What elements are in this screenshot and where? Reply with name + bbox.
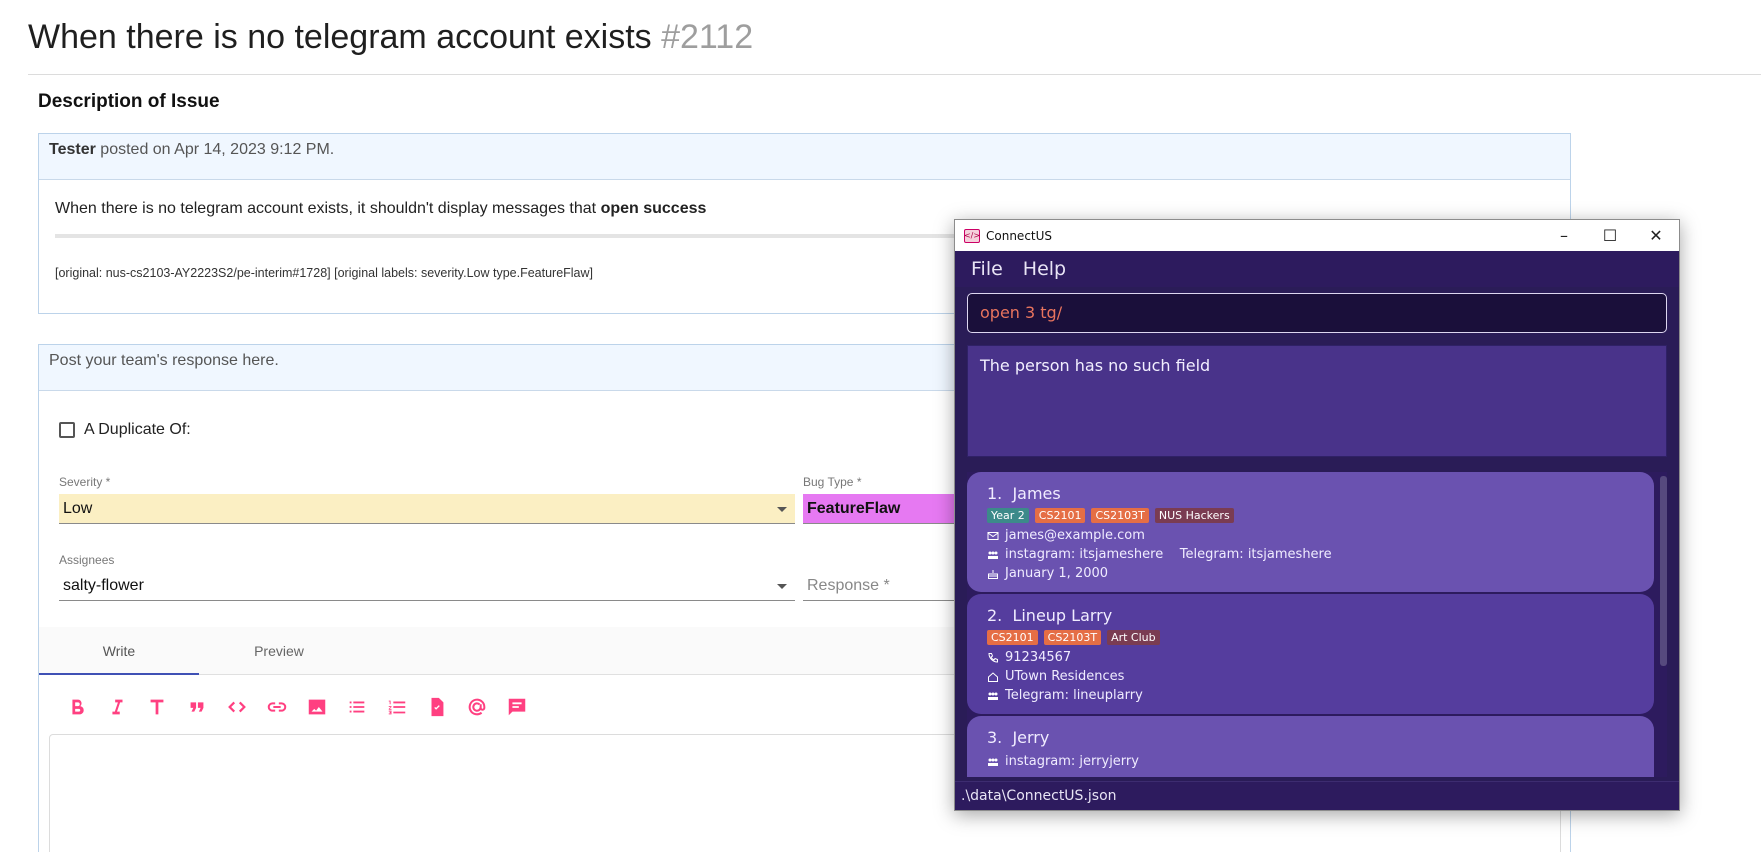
- person-name: 1. James: [987, 484, 1634, 503]
- app-code-icon: </>: [964, 228, 980, 243]
- person-socials: instagram: jerryjerry: [1005, 754, 1139, 769]
- person-tags: CS2101 CS2103T Art Club: [987, 630, 1634, 645]
- maximize-icon[interactable]: ☐: [1587, 220, 1633, 251]
- bulleted-list-icon[interactable]: [337, 693, 377, 721]
- person-socials-row: instagram: itsjameshere Telegram: itsjam…: [987, 545, 1634, 564]
- person-list[interactable]: 1. James Year 2 CS2101 CS2103T NUS Hacke…: [967, 472, 1667, 777]
- page-title: When there is no telegram account exists…: [28, 18, 753, 57]
- email-icon: [987, 530, 999, 542]
- post-author: Tester: [49, 141, 96, 158]
- person-socials: Telegram: lineuplarry: [1005, 688, 1143, 703]
- person-address: UTown Residences: [1005, 669, 1125, 684]
- chevron-down-icon: [777, 584, 787, 589]
- markdown-toolbar: [57, 693, 537, 721]
- window-titlebar[interactable]: </> ConnectUS – ☐ ✕: [955, 220, 1679, 251]
- tag: CS2101: [1034, 508, 1086, 523]
- person-birthday: January 1, 2000: [1005, 566, 1109, 581]
- numbered-list-icon[interactable]: [377, 693, 417, 721]
- tag: CS2101: [987, 630, 1038, 645]
- tag: CS2103T: [1091, 508, 1149, 523]
- person-index: 2.: [987, 606, 1003, 625]
- person-name: 3. Jerry: [987, 728, 1634, 747]
- group-icon: [987, 549, 999, 561]
- image-icon[interactable]: [297, 693, 337, 721]
- connectus-window: </> ConnectUS – ☐ ✕ File Help open 3 tg/…: [954, 219, 1680, 811]
- person-email-row: james@example.com: [987, 526, 1634, 545]
- cake-icon: [987, 568, 999, 580]
- duplicate-checkbox[interactable]: [59, 422, 75, 438]
- link-icon[interactable]: [257, 693, 297, 721]
- list-scrollbar[interactable]: [1660, 476, 1667, 666]
- person-index: 3.: [987, 728, 1003, 747]
- mention-icon[interactable]: [457, 693, 497, 721]
- italic-icon[interactable]: [97, 693, 137, 721]
- quote-icon[interactable]: [177, 693, 217, 721]
- tag: Art Club: [1107, 630, 1160, 645]
- code-icon[interactable]: [217, 693, 257, 721]
- person-name-text: James: [1012, 484, 1061, 503]
- post-body-bold: open success: [600, 200, 707, 217]
- menu-bar: File Help: [955, 251, 1679, 287]
- person-card[interactable]: 2. Lineup Larry CS2101 CS2103T Art Club …: [967, 594, 1654, 714]
- bug-type-label: Bug Type *: [803, 475, 862, 489]
- person-email: james@example.com: [1005, 528, 1145, 543]
- window-title: ConnectUS: [986, 228, 1053, 243]
- post-body-text: When there is no telegram account exists…: [55, 200, 597, 217]
- tag: NUS Hackers: [1154, 508, 1234, 523]
- person-index: 1.: [987, 484, 1003, 503]
- menu-file[interactable]: File: [971, 258, 1003, 280]
- person-tags: Year 2 CS2101 CS2103T NUS Hackers: [987, 508, 1634, 523]
- person-phone: 91234567: [1005, 650, 1072, 665]
- close-icon[interactable]: ✕: [1633, 220, 1679, 251]
- chevron-down-icon: [777, 507, 787, 512]
- menu-help[interactable]: Help: [1023, 258, 1066, 280]
- person-socials-row: instagram: jerryjerry: [987, 752, 1634, 771]
- person-phone-row: 91234567: [987, 648, 1634, 667]
- tag: CS2103T: [1043, 630, 1102, 645]
- tag: Year 2: [987, 508, 1029, 523]
- phone-icon: [987, 652, 999, 664]
- severity-value: Low: [63, 500, 93, 517]
- group-icon: [987, 756, 999, 768]
- section-heading: Description of Issue: [38, 91, 220, 112]
- response-select-placeholder: Response *: [807, 577, 890, 594]
- person-address-row: UTown Residences: [987, 667, 1634, 686]
- tab-preview[interactable]: Preview: [199, 627, 359, 675]
- duplicate-row[interactable]: A Duplicate Of:: [59, 421, 191, 439]
- bold-icon[interactable]: [57, 693, 97, 721]
- assignees-value: salty-flower: [63, 577, 144, 594]
- task-list-icon[interactable]: [417, 693, 457, 721]
- status-bar-path: .\data\ConnectUS.json: [955, 781, 1679, 810]
- tab-write[interactable]: Write: [39, 627, 199, 675]
- editor-tabs: Write Preview: [39, 627, 989, 675]
- assignees-label: Assignees: [59, 553, 115, 567]
- duplicate-label: A Duplicate Of:: [84, 421, 191, 438]
- person-socials-row: Telegram: lineuplarry: [987, 686, 1634, 705]
- post-timestamp: posted on Apr 14, 2023 9:12 PM.: [100, 141, 335, 158]
- bug-type-value: FeatureFlaw: [807, 500, 901, 517]
- assignees-select[interactable]: salty-flower: [59, 571, 795, 601]
- minimize-icon[interactable]: –: [1541, 220, 1587, 251]
- severity-label: Severity *: [59, 475, 111, 489]
- person-name-text: Jerry: [1012, 728, 1050, 747]
- person-name-text: Lineup Larry: [1012, 606, 1113, 625]
- person-card[interactable]: 3. Jerry instagram: jerryjerry: [967, 716, 1654, 777]
- title-divider: [28, 74, 1761, 75]
- issue-title: When there is no telegram account exists: [28, 18, 652, 56]
- saved-reply-icon[interactable]: [497, 693, 537, 721]
- post-header: Tester posted on Apr 14, 2023 9:12 PM.: [39, 134, 1570, 180]
- home-icon: [987, 671, 999, 683]
- person-card[interactable]: 1. James Year 2 CS2101 CS2103T NUS Hacke…: [967, 472, 1654, 592]
- issue-number: #2112: [661, 18, 754, 56]
- severity-select[interactable]: Low: [59, 494, 795, 524]
- command-input[interactable]: open 3 tg/: [967, 293, 1667, 333]
- heading-icon[interactable]: [137, 693, 177, 721]
- result-display: The person has no such field: [967, 345, 1667, 457]
- person-birthday-row: January 1, 2000: [987, 564, 1634, 583]
- person-socials: instagram: itsjameshere Telegram: itsjam…: [1005, 547, 1332, 562]
- group-icon: [987, 690, 999, 702]
- person-name: 2. Lineup Larry: [987, 606, 1634, 625]
